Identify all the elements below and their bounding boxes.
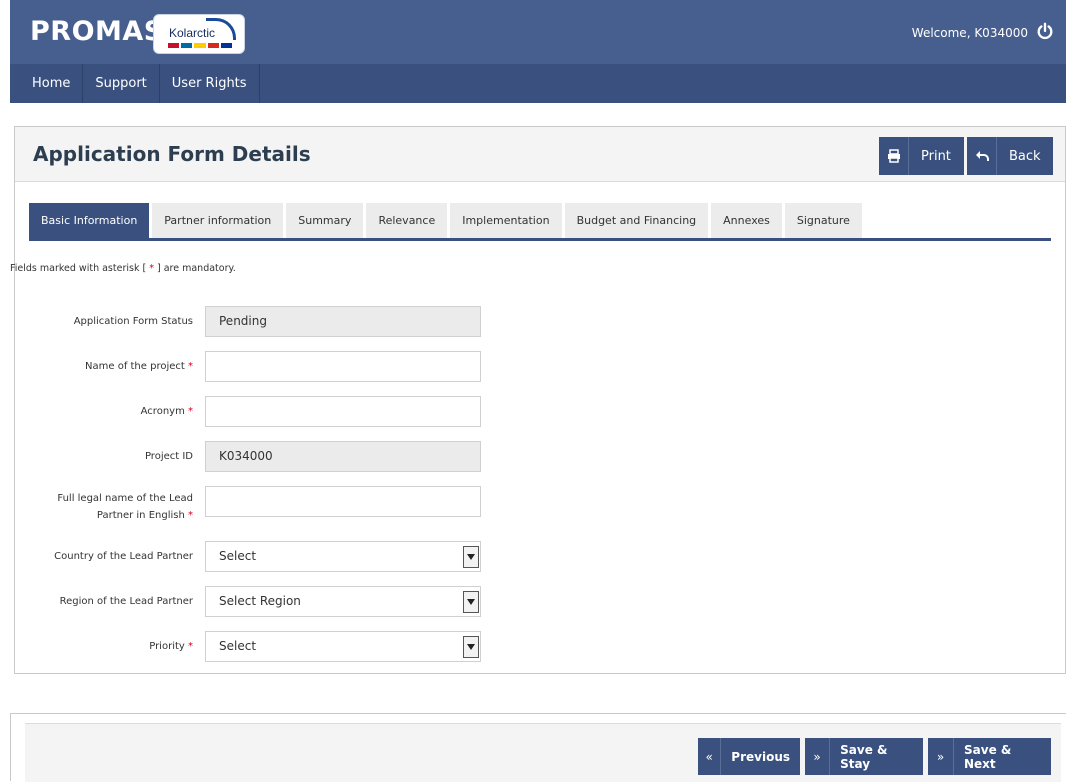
lead-partner-name-label-line1: Full legal name of the Lead (57, 493, 193, 504)
lead-partner-name-input[interactable] (205, 486, 481, 517)
save-and-stay-label: Save & Stay (840, 742, 888, 771)
acronym-label-text: Acronym (140, 406, 185, 417)
print-button[interactable]: Print (879, 137, 964, 175)
back-arrow-icon (967, 137, 997, 175)
mandatory-star: * (146, 263, 157, 274)
status-field: Pending (205, 306, 481, 337)
main-nav: Home Support User Rights (10, 64, 1066, 103)
project-name-label-text: Name of the project (85, 361, 185, 372)
footer-bar: « Previous » Save & Stay » Save & Next (10, 713, 1066, 782)
page-title: Application Form Details (33, 142, 311, 166)
dropdown-arrow-icon[interactable] (463, 636, 479, 658)
save-and-next-label: Save & Next (964, 742, 1012, 771)
status-label: Application Form Status (73, 316, 193, 327)
tab-implementation[interactable]: Implementation (450, 203, 562, 238)
dropdown-arrow-icon[interactable] (463, 546, 479, 568)
region-label: Region of the Lead Partner (59, 596, 193, 607)
back-button[interactable]: Back (967, 137, 1053, 175)
back-label: Back (1009, 148, 1041, 164)
tab-partner-information[interactable]: Partner information (152, 203, 284, 238)
double-chevron-right-icon: » (928, 738, 954, 775)
tab-signature[interactable]: Signature (784, 203, 862, 238)
tab-annexes[interactable]: Annexes (711, 203, 782, 238)
priority-label-text: Priority (149, 641, 185, 652)
power-icon[interactable] (1036, 22, 1054, 40)
project-id-label: Project ID (144, 451, 193, 462)
tab-basic-information[interactable]: Basic Information (29, 203, 150, 238)
print-icon (879, 137, 909, 175)
nav-home[interactable]: Home (10, 64, 84, 103)
country-label: Country of the Lead Partner (54, 551, 193, 562)
priority-label: Priority * (43, 638, 193, 655)
priority-value: Select (219, 639, 257, 653)
tab-budget-and-financing[interactable]: Budget and Financing (564, 203, 709, 238)
required-mark: * (188, 406, 193, 417)
country-value: Select (219, 549, 257, 563)
form-tabs: Basic Information Partner information Su… (29, 203, 1051, 241)
save-and-next-button[interactable]: » Save & Next (928, 738, 1051, 775)
tab-summary[interactable]: Summary (286, 203, 364, 238)
acronym-input[interactable] (205, 396, 481, 427)
double-chevron-right-icon: » (805, 738, 831, 775)
previous-label: Previous (731, 749, 790, 764)
app-brand: PROMAS (30, 16, 164, 47)
acronym-label: Acronym * (43, 403, 193, 420)
mandatory-note-prefix: Fields marked with asterisk [ (10, 263, 147, 274)
region-select[interactable]: Select Region (205, 586, 481, 617)
required-mark: * (188, 361, 193, 372)
welcome-text: Welcome, K034000 (911, 26, 1028, 40)
kolarctic-logo: Kolarctic (153, 14, 245, 54)
dropdown-arrow-icon[interactable] (463, 591, 479, 613)
footer-actions: « Previous » Save & Stay » Save & Next (25, 723, 1061, 782)
project-name-label: Name of the project * (43, 358, 193, 375)
required-mark: * (188, 510, 193, 521)
previous-button[interactable]: « Previous (698, 738, 800, 775)
lead-partner-name-label: Full legal name of the Lead Partner in E… (43, 490, 193, 524)
form-panel: Application Form Details Print Back Basi… (10, 126, 1066, 674)
tab-relevance[interactable]: Relevance (366, 203, 448, 238)
double-chevron-left-icon: « (698, 738, 722, 775)
priority-select[interactable]: Select (205, 631, 481, 662)
region-value: Select Region (219, 594, 301, 608)
logo-arc-icon (206, 18, 236, 40)
country-select[interactable]: Select (205, 541, 481, 572)
lead-partner-name-label-line2: Partner in English (96, 510, 185, 521)
nav-support[interactable]: Support (83, 64, 160, 103)
project-id-field: K034000 (205, 441, 481, 472)
save-and-stay-button[interactable]: » Save & Stay (805, 738, 923, 775)
nav-user-rights[interactable]: User Rights (160, 64, 260, 103)
required-mark: * (188, 641, 193, 652)
top-bar: PROMAS Kolarctic Welcome, K034000 (10, 0, 1066, 64)
project-name-input[interactable] (205, 351, 481, 382)
mandatory-note-suffix: ] are mandatory. (156, 263, 236, 274)
panel-header: Application Form Details Print Back (15, 127, 1065, 182)
mandatory-note: Fields marked with asterisk [ * ] are ma… (10, 263, 236, 274)
logo-flags-icon (168, 43, 233, 48)
print-label: Print (921, 148, 951, 164)
